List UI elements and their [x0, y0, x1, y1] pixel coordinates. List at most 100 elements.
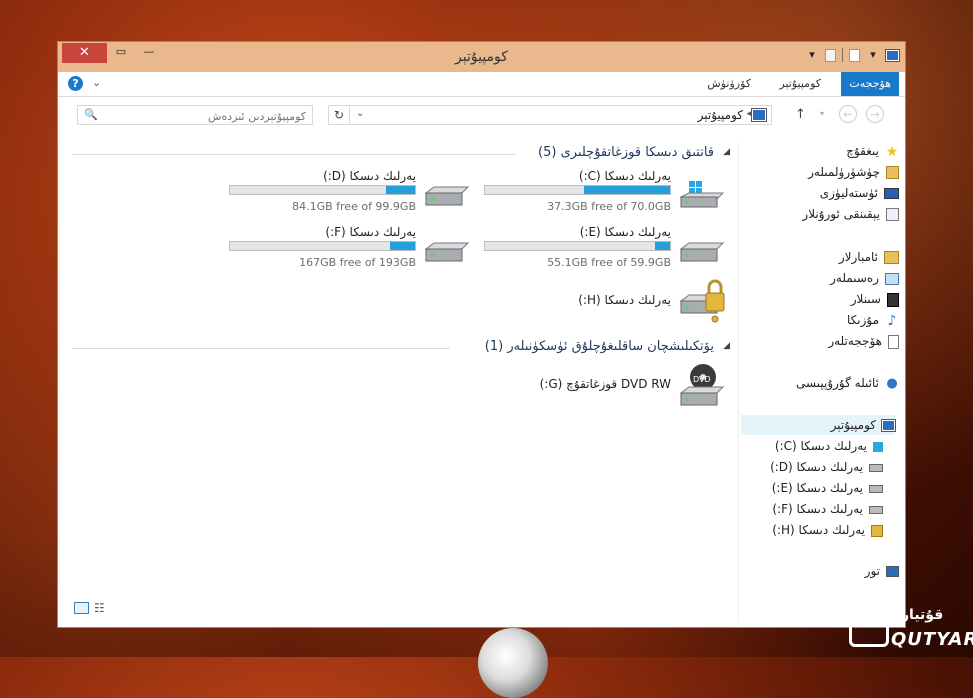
address-box[interactable]: ⌄ كومپيۇتېر ◂: [350, 105, 772, 125]
title-bar[interactable]: ✕ ▭ — كومپيۇتېر ▾ ▾: [58, 42, 905, 72]
search-input[interactable]: [104, 107, 308, 125]
network-icon: [886, 566, 899, 577]
star-icon: ★: [885, 143, 899, 160]
search-box[interactable]: 🔍: [77, 105, 313, 125]
sidebar-item-drive-h[interactable]: يەرلىك دىسكا (H:): [772, 520, 883, 540]
computer-icon: [752, 109, 766, 121]
hard-drive-icon: [869, 505, 883, 514]
address-history-dropdown-icon[interactable]: ⌄: [356, 108, 364, 119]
sidebar-item-drive-e[interactable]: يەرلىك دىسكا (E:): [772, 478, 883, 498]
collapse-icon[interactable]: ◢: [723, 147, 730, 157]
dvd-drive-icon: DVD: [679, 364, 725, 406]
breadcrumb-arrow-icon[interactable]: ◂: [746, 109, 751, 119]
sidebar-label: چۈشۈرۈلمىلەر: [808, 165, 880, 179]
drive-usage-fill: [385, 186, 415, 194]
sidebar-item-drive-c[interactable]: يەرلىك دىسكا (C:): [775, 436, 883, 456]
drive-usage-bar: [484, 185, 671, 195]
drive-usage-bar: [484, 241, 671, 251]
tab-view[interactable]: كۆرۈنۈش: [699, 72, 759, 96]
group-title: يۆتكىلىشچان ساقلىغۇچلۇق ئۈسكۈنىلەر (1): [484, 339, 714, 354]
wallpaper-ball: [478, 628, 548, 698]
drive-free-space: 55.1GB free of 59.9GB: [547, 256, 671, 269]
ribbon-expand-icon[interactable]: ⌄: [92, 76, 101, 89]
sidebar-item-computer[interactable]: كومپيۇتېر: [741, 415, 895, 435]
sidebar-item-drive-d[interactable]: يەرلىك دىسكا (D:): [770, 457, 883, 477]
documents-icon: [888, 334, 899, 349]
breadcrumb[interactable]: كومپيۇتېر: [698, 108, 743, 122]
sidebar-label: يەرلىك دىسكا (F:): [772, 502, 863, 516]
dvd-drive-g[interactable]: DVD RW قوزغاتقۇچ (G:) DVD: [477, 363, 727, 411]
sidebar-label: تور: [864, 564, 880, 578]
sidebar-item-pictures[interactable]: رەسىملەر: [830, 268, 899, 288]
details-view-icon[interactable]: ☷: [94, 601, 105, 615]
recent-locations-icon[interactable]: ▾: [820, 109, 824, 118]
sidebar-label: يەرلىك دىسكا (H:): [772, 523, 865, 537]
sidebar-item-music[interactable]: ♪ مۇزىكا: [847, 310, 899, 330]
sidebar-label: ئامبارلار: [838, 250, 878, 264]
drive-e[interactable]: يەرلىك دىسكا (E:) 55.1GB free of 59.9GB: [477, 225, 727, 277]
drive-h-locked[interactable]: يەرلىك دىسكا (H:): [477, 279, 727, 327]
explorer-window: ✕ ▭ — كومپيۇتېر ▾ ▾ ? ⌄ ھۆججەت كومپيۇتېر…: [57, 41, 906, 628]
group-divider: [72, 348, 450, 349]
back-button[interactable]: ←: [839, 105, 857, 123]
drive-f[interactable]: يەرلىك دىسكا (F:) 167GB free of 193GB: [222, 225, 472, 277]
sidebar-item-documents[interactable]: ھۆججەتلەر: [828, 331, 899, 351]
drive-usage-fill: [390, 242, 415, 250]
sidebar-item-favorites[interactable]: ★ يىغقۇچ: [846, 141, 899, 161]
tab-file[interactable]: ھۆججەت: [841, 72, 899, 96]
sidebar-item-desktop[interactable]: ئۈستەلیۈزى: [820, 183, 899, 203]
sidebar-item-downloads[interactable]: چۈشۈرۈلمىلەر: [808, 162, 899, 182]
forward-button[interactable]: →: [866, 105, 884, 123]
sidebar-label: ھۆججەتلەر: [828, 334, 882, 348]
sidebar-label: كومپيۇتېر: [830, 418, 876, 432]
up-arrow-icon[interactable]: ↑: [795, 107, 806, 122]
new-folder-icon[interactable]: [825, 48, 836, 62]
sidebar-label: رەسىملەر: [830, 271, 879, 285]
drive-label: يەرلىك دىسكا (D:): [323, 169, 416, 183]
group-header-hard-drives[interactable]: قاتتىق دىسكا قوزغاتقۇچلىرى (5) ◢: [72, 145, 732, 163]
watermark-logo: قۇتيار QUTYAR: [849, 603, 973, 651]
locked-drive-icon: [679, 279, 725, 323]
help-icon[interactable]: ?: [68, 76, 83, 91]
locked-drive-icon: [871, 524, 883, 537]
main-pane: قاتتىق دىسكا قوزغاتقۇچلىرى (5) ◢ يەرلىك …: [72, 141, 732, 621]
computer-icon: [882, 420, 895, 431]
sidebar-item-network[interactable]: تور: [865, 561, 899, 581]
logo-arabic-text: قۇتيار: [901, 607, 944, 623]
drive-label: يەرلىك دىسكا (E:): [579, 225, 671, 239]
homegroup-icon: ●: [886, 375, 898, 391]
drive-c[interactable]: يەرلىك دىسكا (C:) 37.3GB free of 70.0GB: [477, 169, 727, 221]
windows-drive-icon: [873, 441, 883, 452]
sidebar-item-drive-f[interactable]: يەرلىك دىسكا (F:): [772, 499, 883, 519]
sidebar-label: سىنلار: [850, 292, 881, 306]
sidebar-item-homegroup[interactable]: ● ئائىلە گۇرۇپپىسى: [796, 373, 899, 393]
drive-d[interactable]: يەرلىك دىسكا (D:) 84.1GB free of 99.9GB: [222, 169, 472, 221]
drive-usage-fill: [583, 186, 670, 194]
computer-small-icon: [886, 49, 899, 61]
dvd-badge: DVD: [693, 375, 711, 384]
sidebar-label: يېقىنقى ئورۇنلار: [802, 207, 880, 221]
qat-dropdown-icon-2[interactable]: ▾: [866, 48, 880, 62]
sidebar-item-recent[interactable]: يېقىنقى ئورۇنلار: [802, 204, 899, 224]
properties-icon[interactable]: [849, 48, 860, 62]
drive-free-space: 84.1GB free of 99.9GB: [292, 200, 416, 213]
qat-dropdown-icon[interactable]: ▾: [805, 48, 819, 62]
status-bar: ☷: [58, 597, 905, 627]
refresh-button[interactable]: ↻: [328, 105, 350, 125]
group-header-removable[interactable]: يۆتكىلىشچان ساقلىغۇچلۇق ئۈسكۈنىلەر (1) ◢: [72, 339, 732, 357]
sidebar-label: يەرلىك دىسكا (D:): [770, 460, 863, 474]
sidebar-item-libraries[interactable]: ئامبارلار: [839, 247, 899, 267]
large-icons-view-icon[interactable]: [74, 602, 89, 614]
drive-label: يەرلىك دىسكا (F:): [325, 225, 416, 239]
pictures-icon: [885, 272, 899, 285]
recent-places-icon: [886, 208, 899, 221]
tab-computer[interactable]: كومپيۇتېر: [771, 72, 829, 96]
sidebar-label: يىغقۇچ: [846, 144, 879, 158]
drive-label: يەرلىك دىسكا (H:): [578, 293, 671, 307]
drive-usage-bar: [229, 185, 416, 195]
sidebar-item-videos[interactable]: سىنلار: [851, 289, 899, 309]
sidebar-label: يەرلىك دىسكا (C:): [774, 439, 867, 453]
music-icon: ♪: [887, 312, 897, 329]
collapse-icon[interactable]: ◢: [723, 341, 730, 351]
logo-latin-text: QUTYAR: [891, 629, 973, 650]
